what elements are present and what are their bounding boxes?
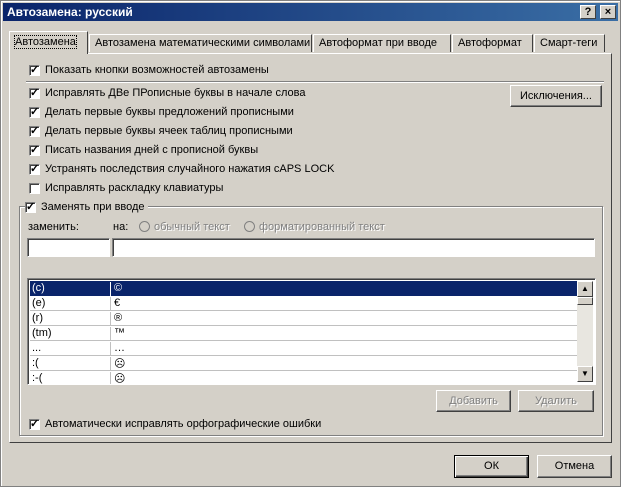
check-icon — [25, 200, 36, 213]
tab-smart-tags[interactable]: Смарт-теги — [534, 34, 605, 52]
table-row[interactable]: (r) ® — [30, 311, 579, 326]
row-to: ® — [114, 312, 123, 324]
caps-lock-label: Устранять последствия случайного нажатия… — [45, 163, 335, 175]
check-icon — [29, 105, 40, 118]
auto-spelling-label: Автоматически исправлять орфографические… — [45, 418, 322, 430]
row-to: € — [114, 297, 121, 309]
radio-icon — [244, 221, 255, 232]
help-button[interactable]: ? — [580, 5, 596, 19]
check-icon — [29, 124, 40, 137]
replace-typing-checkbox[interactable]: Заменять при вводе — [25, 200, 148, 214]
auto-spelling-checkbox[interactable]: Автоматически исправлять орфографические… — [29, 417, 321, 431]
replace-input[interactable] — [27, 238, 110, 257]
row-from: :-( — [32, 372, 111, 384]
close-button[interactable]: × — [600, 5, 616, 19]
scroll-up-icon[interactable]: ▲ — [577, 281, 593, 297]
formatted-text-label: форматированный текст — [259, 221, 385, 233]
replace-label: заменить: — [28, 221, 79, 233]
plain-text-label: обычный текст — [154, 221, 230, 233]
fix-two-caps-label: Исправлять ДВе ПРописные буквы в начале … — [45, 87, 306, 99]
row-from: (e) — [32, 297, 111, 311]
plain-text-radio[interactable]: обычный текст — [139, 221, 230, 233]
window-title: Автозамена: русский — [7, 5, 133, 19]
exceptions-button[interactable]: Исключения... — [510, 85, 602, 107]
delete-button[interactable]: Удалить — [518, 390, 594, 412]
row-from: (c) — [32, 282, 111, 296]
tab-math-autocorrect[interactable]: Автозамена математическими символами — [89, 34, 312, 52]
replacement-list[interactable]: (c) © (e) € (r) ® (tm) ™ ... … :( ☹ :-( … — [27, 278, 596, 385]
table-row[interactable]: ... … — [30, 341, 579, 356]
autocorrect-dialog: Автозамена: русский ? × Автозамена Автоз… — [0, 0, 621, 487]
row-to: ☹ — [114, 373, 126, 385]
cap-days-checkbox[interactable]: Писать названия дней с прописной буквы — [29, 143, 258, 157]
title-bar: Автозамена: русский ? × — [3, 3, 618, 21]
formatted-text-radio[interactable]: форматированный текст — [244, 221, 385, 233]
fix-two-caps-checkbox[interactable]: Исправлять ДВе ПРописные буквы в начале … — [29, 86, 305, 100]
tab-autoformat-typing[interactable]: Автоформат при вводе — [313, 34, 451, 52]
caps-lock-checkbox[interactable]: Устранять последствия случайного нажатия… — [29, 162, 334, 176]
table-row[interactable]: (tm) ™ — [30, 326, 579, 341]
table-row[interactable]: :-( ☹ — [30, 371, 579, 385]
cap-table-checkbox[interactable]: Делать первые буквы ячеек таблиц прописн… — [29, 124, 293, 138]
cap-table-label: Делать первые буквы ячеек таблиц прописн… — [45, 125, 293, 137]
row-to: ™ — [114, 327, 125, 339]
tab-autoformat[interactable]: Автоформат — [452, 34, 533, 52]
row-to: © — [114, 282, 123, 294]
show-buttons-checkbox[interactable]: Показать кнопки возможностей автозамены — [29, 63, 269, 77]
row-from: :( — [32, 357, 111, 371]
list-scrollbar[interactable]: ▲ ▼ — [577, 281, 593, 382]
checkbox-empty-icon — [29, 182, 40, 194]
row-to: … — [114, 342, 125, 354]
check-icon — [29, 143, 40, 156]
row-to: ☹ — [114, 358, 126, 370]
replace-typing-label: Заменять при вводе — [41, 201, 145, 213]
check-icon — [29, 162, 40, 175]
check-icon — [29, 63, 40, 76]
cap-sentence-checkbox[interactable]: Делать первые буквы предложений прописны… — [29, 105, 294, 119]
row-from: ... — [32, 342, 111, 356]
divider — [26, 81, 604, 83]
table-row[interactable]: (e) € — [30, 296, 579, 311]
cap-days-label: Писать названия дней с прописной буквы — [45, 144, 259, 156]
cancel-button[interactable]: Отмена — [537, 455, 612, 478]
check-icon — [29, 86, 40, 99]
table-row[interactable]: (c) © — [30, 281, 579, 296]
row-from: (r) — [32, 312, 111, 326]
cap-sentence-label: Делать первые буквы предложений прописны… — [45, 106, 294, 118]
radio-icon — [139, 221, 150, 232]
tab-autocorrect[interactable]: Автозамена — [9, 31, 88, 54]
with-input[interactable] — [112, 238, 595, 257]
with-label: на: — [113, 221, 129, 233]
scroll-thumb[interactable] — [577, 297, 593, 305]
keyboard-layout-checkbox[interactable]: Исправлять раскладку клавиатуры — [29, 181, 223, 195]
row-from: (tm) — [32, 327, 111, 341]
add-button[interactable]: Добавить — [436, 390, 511, 412]
ok-button[interactable]: ОК — [454, 455, 529, 478]
table-row[interactable]: :( ☹ — [30, 356, 579, 371]
scroll-down-icon[interactable]: ▼ — [577, 366, 593, 382]
show-buttons-label: Показать кнопки возможностей автозамены — [45, 64, 269, 76]
keyboard-layout-label: Исправлять раскладку клавиатуры — [45, 182, 224, 194]
check-icon — [29, 417, 40, 430]
